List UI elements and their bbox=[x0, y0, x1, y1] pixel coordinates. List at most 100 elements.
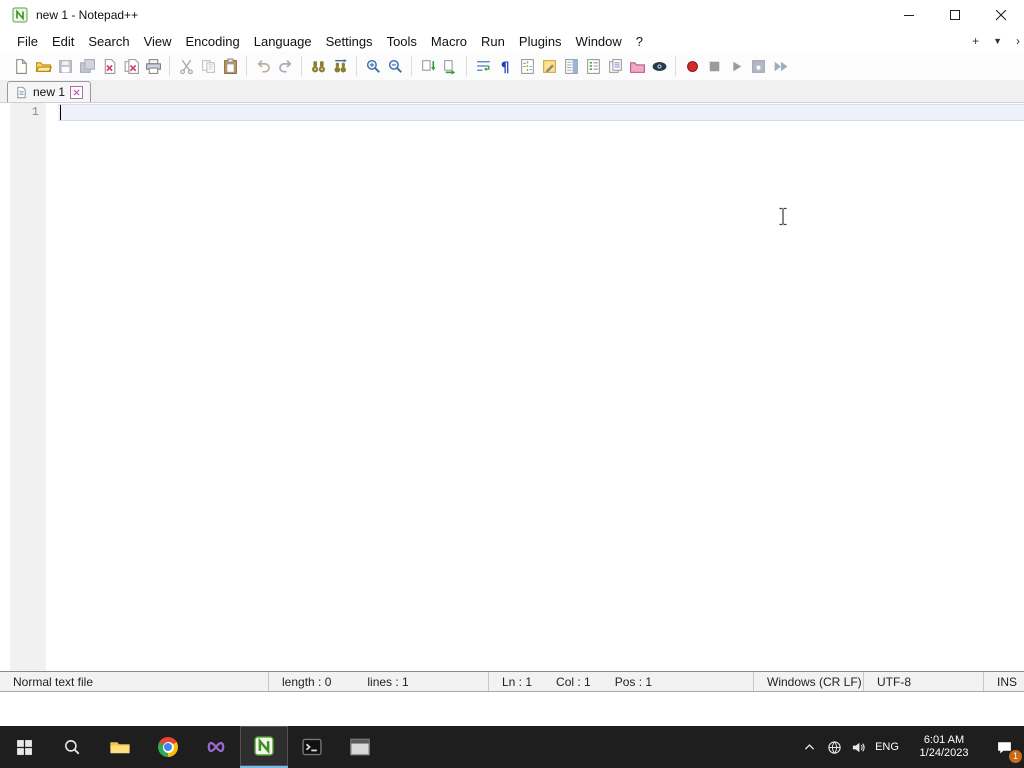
status-lines: lines : 1 bbox=[367, 674, 409, 689]
status-column: Col : 1 bbox=[556, 674, 591, 689]
taskbar-app-chrome[interactable] bbox=[144, 726, 192, 768]
tab-close-button[interactable] bbox=[70, 85, 84, 99]
menu-bar: File Edit Search View Encoding Language … bbox=[0, 30, 1024, 52]
document-map-button[interactable] bbox=[560, 55, 582, 77]
sync-horizontal-scroll-icon bbox=[443, 59, 455, 74]
open-file-button[interactable] bbox=[32, 55, 54, 77]
toolbar-separator bbox=[675, 56, 676, 76]
stop-recording-button[interactable] bbox=[703, 55, 725, 77]
status-eol-format[interactable]: Windows (CR LF) bbox=[753, 672, 863, 691]
start-button[interactable] bbox=[0, 726, 48, 768]
document-list-button[interactable] bbox=[604, 55, 626, 77]
zoom-out-button[interactable] bbox=[384, 55, 406, 77]
toolbar-separator bbox=[246, 56, 247, 76]
record-macro-button[interactable] bbox=[681, 55, 703, 77]
taskbar-app-command-prompt[interactable] bbox=[288, 726, 336, 768]
menu-file[interactable]: File bbox=[10, 32, 45, 51]
tray-date: 1/24/2023 bbox=[919, 747, 969, 759]
menu-edit[interactable]: Edit bbox=[45, 32, 81, 51]
close-all-button[interactable] bbox=[120, 55, 142, 77]
chevron-up-icon bbox=[804, 743, 814, 750]
cut-button[interactable] bbox=[175, 55, 197, 77]
save-macro-button[interactable] bbox=[747, 55, 769, 77]
zoom-in-button[interactable] bbox=[362, 55, 384, 77]
find-button[interactable] bbox=[307, 55, 329, 77]
tab-list-dropdown-icon[interactable]: ▼ bbox=[993, 36, 1002, 46]
tab-new-1[interactable]: new 1 bbox=[7, 81, 92, 102]
menu-settings[interactable]: Settings bbox=[319, 32, 380, 51]
menu-search[interactable]: Search bbox=[81, 32, 136, 51]
close-all-icon bbox=[124, 58, 139, 74]
visual-studio-icon bbox=[207, 741, 225, 753]
show-all-characters-button[interactable]: ¶ bbox=[494, 55, 516, 77]
status-doc-stats: length : 0 lines : 1 bbox=[268, 672, 488, 691]
tab-bar: new 1 bbox=[0, 80, 1024, 103]
status-line: Ln : 1 bbox=[502, 674, 533, 689]
new-file-button[interactable] bbox=[10, 55, 32, 77]
taskbar-app-visual-studio[interactable] bbox=[192, 726, 240, 768]
paste-button[interactable] bbox=[219, 55, 241, 77]
tray-network-button[interactable] bbox=[822, 726, 846, 768]
function-list-button[interactable] bbox=[582, 55, 604, 77]
tray-language-button[interactable]: ENG bbox=[870, 726, 904, 768]
taskbar-app-window[interactable] bbox=[336, 726, 384, 768]
status-encoding[interactable]: UTF-8 bbox=[863, 672, 983, 691]
undo-icon bbox=[257, 59, 270, 73]
svg-text:¶: ¶ bbox=[500, 59, 509, 74]
sync-vertical-scroll-button[interactable] bbox=[417, 55, 439, 77]
print-button[interactable] bbox=[142, 55, 164, 77]
taskbar-search-button[interactable] bbox=[48, 726, 96, 768]
chrome-icon bbox=[158, 737, 178, 757]
show-indent-guide-button[interactable] bbox=[516, 55, 538, 77]
maximize-button[interactable] bbox=[932, 0, 978, 30]
folder-as-workspace-button[interactable] bbox=[626, 55, 648, 77]
replace-button[interactable] bbox=[329, 55, 351, 77]
line-number-gutter: 1 bbox=[10, 103, 46, 671]
tray-expand-button[interactable] bbox=[796, 726, 822, 768]
save-file-button[interactable] bbox=[54, 55, 76, 77]
save-all-button[interactable] bbox=[76, 55, 98, 77]
copy-icon bbox=[201, 59, 215, 73]
cut-icon bbox=[179, 59, 193, 74]
undo-button[interactable] bbox=[252, 55, 274, 77]
run-macro-multiple-icon bbox=[774, 61, 787, 71]
toolbar-separator bbox=[301, 56, 302, 76]
menu-encoding[interactable]: Encoding bbox=[179, 32, 247, 51]
tray-volume-button[interactable] bbox=[846, 726, 870, 768]
menu-run[interactable]: Run bbox=[474, 32, 512, 51]
menu-language[interactable]: Language bbox=[247, 32, 319, 51]
run-macro-multiple-button[interactable] bbox=[769, 55, 791, 77]
windows-logo-icon bbox=[16, 739, 32, 755]
redo-button[interactable] bbox=[274, 55, 296, 77]
word-wrap-button[interactable] bbox=[472, 55, 494, 77]
new-tab-plus-button[interactable]: + bbox=[972, 34, 979, 48]
monitoring-button[interactable] bbox=[648, 55, 670, 77]
copy-button[interactable] bbox=[197, 55, 219, 77]
monitoring-eye-icon bbox=[652, 61, 666, 71]
show-indent-guide-icon bbox=[520, 58, 534, 74]
line-number: 1 bbox=[31, 105, 39, 119]
sync-horizontal-scroll-button[interactable] bbox=[439, 55, 461, 77]
action-center-button[interactable]: 1 bbox=[984, 726, 1024, 768]
menu-tools[interactable]: Tools bbox=[380, 32, 424, 51]
menu-plugins[interactable]: Plugins bbox=[512, 32, 569, 51]
menu-macro[interactable]: Macro bbox=[424, 32, 474, 51]
minimize-button[interactable] bbox=[886, 0, 932, 30]
taskbar-app-notepad-plus-plus[interactable] bbox=[240, 726, 288, 768]
close-button[interactable] bbox=[978, 0, 1024, 30]
speaker-icon bbox=[852, 742, 865, 752]
find-icon bbox=[311, 60, 325, 72]
define-language-button[interactable] bbox=[538, 55, 560, 77]
overflow-chevron-icon[interactable]: › bbox=[1016, 34, 1020, 48]
taskbar-app-file-explorer[interactable] bbox=[96, 726, 144, 768]
system-tray: ENG 6:01 AM 1/24/2023 1 bbox=[796, 726, 1024, 768]
tray-clock-button[interactable]: 6:01 AM 1/24/2023 bbox=[904, 726, 984, 768]
menu-window[interactable]: Window bbox=[569, 32, 629, 51]
redo-icon bbox=[278, 59, 291, 73]
status-typing-mode[interactable]: INS bbox=[983, 672, 1024, 691]
close-file-button[interactable] bbox=[98, 55, 120, 77]
menu-help[interactable]: ? bbox=[629, 32, 650, 51]
playback-macro-button[interactable] bbox=[725, 55, 747, 77]
menu-view[interactable]: View bbox=[137, 32, 179, 51]
editor-area[interactable]: 1 bbox=[0, 103, 1024, 671]
